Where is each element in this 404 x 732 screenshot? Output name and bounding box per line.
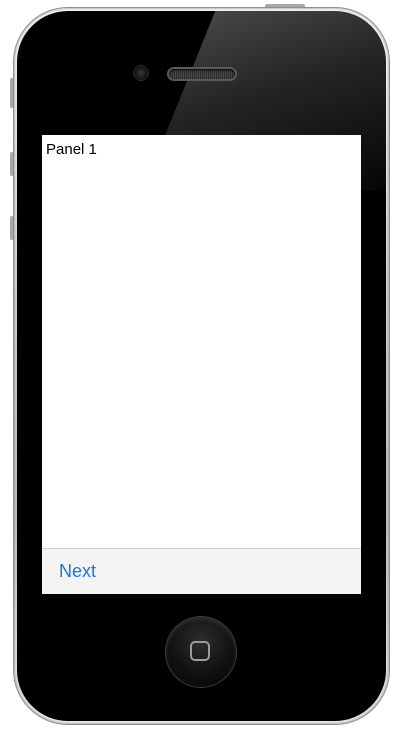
home-square-icon [190, 641, 210, 661]
bottom-toolbar: Next [42, 548, 361, 594]
next-button[interactable]: Next [59, 561, 96, 582]
home-button[interactable] [166, 617, 236, 687]
panel-title: Panel 1 [46, 141, 97, 158]
front-camera-icon [134, 66, 148, 80]
app-screen: Panel 1 Next [42, 135, 361, 594]
earpiece-speaker-icon [169, 69, 235, 79]
device-frame-stage: Panel 1 Next [0, 0, 404, 732]
